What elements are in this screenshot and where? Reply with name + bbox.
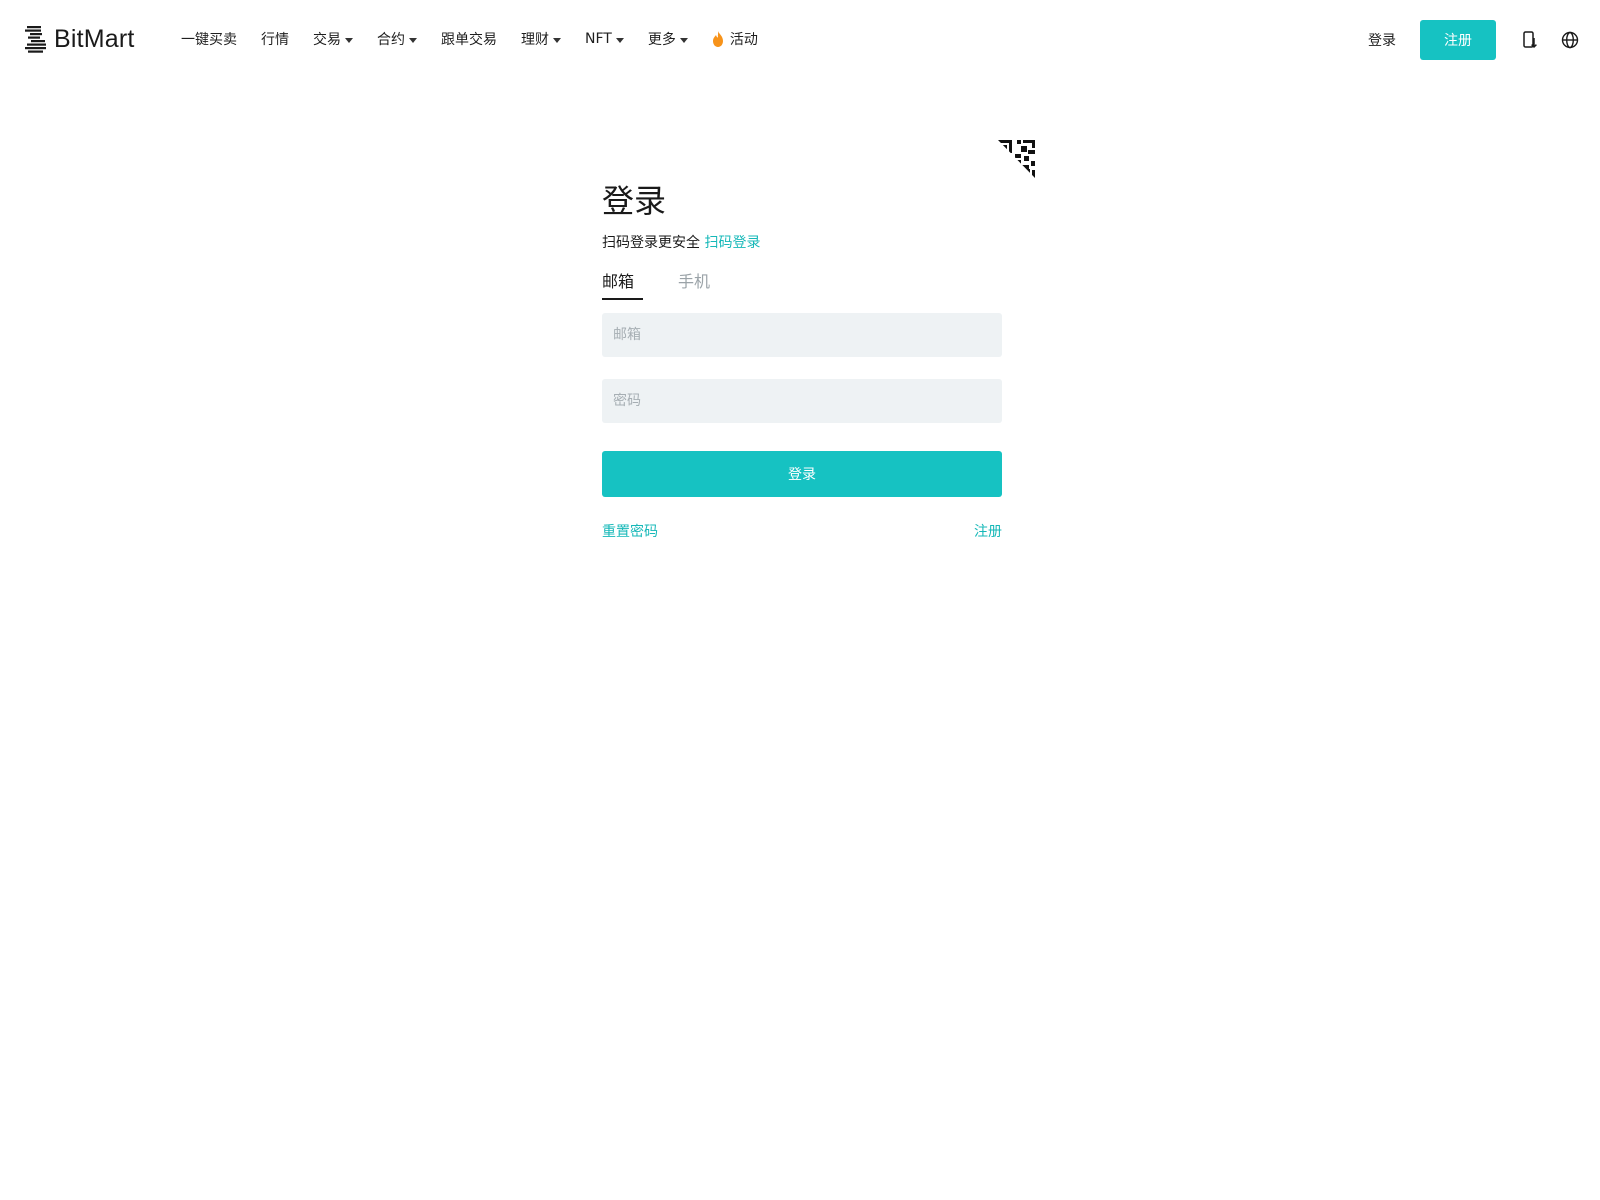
qr-login-hint-text: 扫码登录更安全	[602, 235, 700, 251]
main-nav: 一键买卖 行情 交易 合约 跟单交易 理财 NFT 更多 活动	[181, 29, 782, 49]
nav-item-label: 合约	[377, 32, 405, 48]
reset-password-link[interactable]: 重置密码	[602, 521, 658, 541]
nav-item-label: 跟单交易	[441, 32, 497, 48]
globe-icon[interactable]	[1560, 30, 1580, 50]
nav-item-quick-buy[interactable]: 一键买卖	[181, 29, 237, 49]
login-submit-button[interactable]: 登录	[602, 451, 1002, 497]
nav-item-label: 交易	[313, 32, 341, 48]
brand-name: BitMart	[54, 24, 135, 53]
nav-item-label: 一键买卖	[181, 32, 237, 48]
header-register-button[interactable]: 注册	[1420, 20, 1496, 60]
nav-item-label: NFT	[585, 31, 612, 47]
tab-phone[interactable]: 手机	[678, 268, 710, 298]
fire-icon	[712, 31, 723, 47]
caret-down-icon	[409, 37, 417, 43]
nav-item-label: 活动	[729, 32, 758, 48]
nav-item-label: 理财	[521, 32, 549, 48]
nav-item-futures[interactable]: 合约	[377, 29, 417, 49]
caret-down-icon	[345, 37, 353, 43]
page-title: 登录	[602, 182, 667, 220]
email-field[interactable]	[602, 313, 1002, 357]
nav-item-label: 行情	[261, 32, 289, 48]
password-field[interactable]	[602, 379, 1002, 423]
tab-email[interactable]: 邮箱	[602, 268, 644, 300]
qr-code-icon[interactable]	[998, 140, 1035, 178]
nav-item-copy-trading[interactable]: 跟单交易	[441, 29, 497, 49]
qr-login-hint: 扫码登录更安全 扫码登录	[602, 232, 760, 252]
header-login-link[interactable]: 登录	[1368, 30, 1396, 50]
register-link[interactable]: 注册	[974, 521, 1002, 541]
header-actions: 登录 注册	[1368, 20, 1600, 60]
brand-logo[interactable]: BitMart	[24, 24, 135, 54]
bitmart-logo-icon	[25, 26, 46, 53]
top-header: BitMart 一键买卖 行情 交易 合约 跟单交易 理财 NFT 更多 活动 …	[0, 0, 1600, 80]
nav-item-markets[interactable]: 行情	[261, 29, 289, 49]
login-method-tabs: 邮箱 手机	[602, 268, 754, 300]
nav-item-label: 更多	[647, 32, 676, 48]
nav-item-nft[interactable]: NFT	[585, 31, 624, 47]
caret-down-icon	[553, 37, 561, 43]
qr-login-link[interactable]: 扫码登录	[704, 235, 760, 251]
nav-item-earn[interactable]: 理财	[521, 29, 561, 49]
nav-item-events[interactable]: 活动	[712, 29, 758, 49]
caret-down-icon	[615, 37, 624, 43]
caret-down-icon	[679, 37, 688, 43]
nav-item-trade[interactable]: 交易	[313, 29, 353, 49]
nav-item-more[interactable]: 更多	[648, 29, 688, 49]
download-app-icon[interactable]	[1520, 30, 1540, 50]
